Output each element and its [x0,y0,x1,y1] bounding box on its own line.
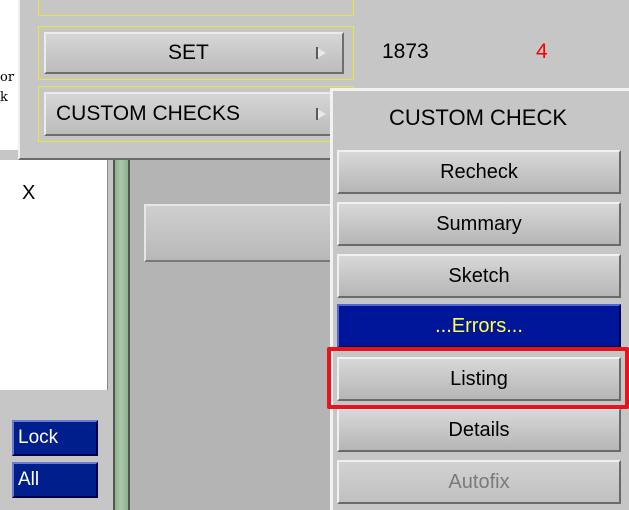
blank-button[interactable] [144,204,344,262]
menu-title: CUSTOM CHECK [388,105,568,130]
custom-checks-label: CUSTOM CHECKS [56,102,240,125]
all-button[interactable]: All [12,462,98,498]
set-button-label: SET [168,41,209,64]
lock-button[interactable]: Lock [12,420,98,456]
submenu-arrow-icon [316,47,326,59]
recheck-button[interactable]: Recheck [337,150,621,194]
custom-check-menu: CUSTOM CHECK Recheck Summary Sketch ...E… [330,88,629,510]
list-item[interactable]: X [22,182,35,205]
set-button[interactable]: SET [44,32,344,74]
custom-checks-button[interactable]: CUSTOM CHECKS [44,92,344,136]
submenu-arrow-icon [316,108,326,120]
vertical-scrollbar[interactable] [113,160,130,510]
set-count: 1873 [382,40,429,63]
autofix-button: Autofix [337,460,621,504]
errors-button[interactable]: ...Errors... [337,304,621,348]
clipped-text-line: or [0,70,15,85]
set-error-count: 4 [536,40,548,63]
summary-button[interactable]: Summary [337,202,621,246]
item-list[interactable]: X [0,160,108,390]
top-row-outline [38,0,354,16]
highlight-box [327,347,629,409]
sketch-button[interactable]: Sketch [337,254,621,298]
clipped-text-line: k [0,90,8,105]
details-button[interactable]: Details [337,408,621,452]
